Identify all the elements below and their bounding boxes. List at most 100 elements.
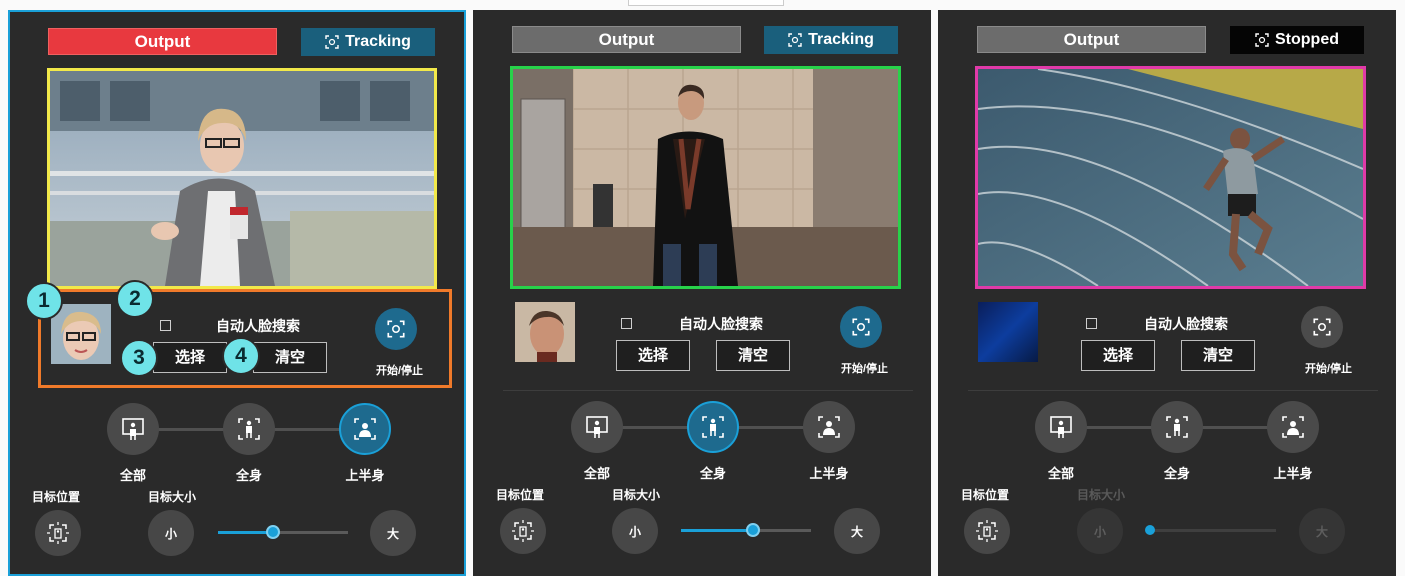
- size-small-button[interactable]: 小: [1077, 508, 1123, 554]
- mode-full-body-button[interactable]: [223, 403, 275, 455]
- target-size-label: 目标大小: [612, 488, 661, 502]
- face-thumbnail-image: [51, 304, 111, 364]
- size-slider-knob[interactable]: [265, 525, 280, 539]
- annotation-badge-3: 3: [120, 339, 158, 377]
- crosshair-frame-icon: [387, 320, 405, 338]
- target-position-button[interactable]: [500, 508, 546, 554]
- video-preview[interactable]: [975, 66, 1366, 289]
- mode-all-label: 全部: [119, 468, 146, 483]
- mode-upper-body-button[interactable]: [803, 401, 855, 453]
- size-slider-fill: [681, 529, 753, 532]
- size-slider-knob[interactable]: [1145, 525, 1155, 535]
- mode-all-label: 全部: [1047, 466, 1074, 481]
- target-position-icon: [47, 522, 69, 544]
- tracking-status-button[interactable]: Tracking: [301, 28, 435, 56]
- auto-face-search-label: 自动人脸搜索: [216, 318, 300, 334]
- annotation-badge-2: 2: [116, 280, 154, 318]
- output-button[interactable]: Output: [48, 28, 277, 55]
- size-small-button[interactable]: 小: [612, 508, 658, 554]
- crosshair-frame-icon: [325, 35, 339, 49]
- video-frame-image: [978, 69, 1363, 286]
- auto-face-search-checkbox[interactable]: [160, 320, 171, 331]
- camera-panel-2: Output Tracking 自动人脸搜索 选择 清空 开始/停止 全部 全身…: [473, 10, 931, 576]
- tracking-status-button[interactable]: Tracking: [764, 26, 898, 54]
- mode-all-label: 全部: [583, 466, 610, 481]
- size-slider-track[interactable]: [1150, 529, 1276, 532]
- mode-full-body-button[interactable]: [1151, 401, 1203, 453]
- target-size-label: 目标大小: [148, 490, 197, 504]
- start-stop-button[interactable]: [375, 308, 417, 350]
- mode-full-body-label: 全身: [1163, 466, 1190, 481]
- mode-upper-body-button[interactable]: [1267, 401, 1319, 453]
- camera-panel-1: Output Tracking 自动人脸搜索 选择 清空 开始/停止 1 2 3…: [8, 10, 466, 576]
- output-button[interactable]: Output: [977, 26, 1206, 53]
- crosshair-frame-icon: [1313, 318, 1331, 336]
- start-stop-button[interactable]: [1301, 306, 1343, 348]
- tracking-status-label: Stopped: [1275, 31, 1339, 48]
- video-frame-image: [513, 69, 898, 286]
- person-in-frame-icon: [122, 418, 144, 440]
- target-position-button[interactable]: [964, 508, 1010, 554]
- face-thumbnail: [51, 304, 111, 364]
- crosshair-frame-icon: [1255, 33, 1269, 47]
- annotation-badge-4: 4: [222, 337, 260, 375]
- select-button[interactable]: 选择: [616, 340, 690, 371]
- face-thumbnail-image: [978, 302, 1038, 362]
- mode-full-body-button[interactable]: [687, 401, 739, 453]
- person-in-frame-icon: [1050, 416, 1072, 438]
- target-position-button[interactable]: [35, 510, 81, 556]
- target-position-label: 目标位置: [32, 490, 81, 504]
- video-preview[interactable]: [47, 68, 437, 289]
- mode-upper-body-button[interactable]: [339, 403, 391, 455]
- divider: [968, 390, 1378, 391]
- tracking-status-label: Tracking: [345, 33, 411, 50]
- start-stop-label: 开始/停止: [376, 365, 424, 377]
- select-button[interactable]: 选择: [1081, 340, 1155, 371]
- person-in-frame-icon: [586, 416, 608, 438]
- output-button[interactable]: Output: [512, 26, 741, 53]
- upper-body-icon: [1282, 416, 1304, 438]
- camera-panel-3: Output Stopped 自动人脸搜索 选择 清空 开始/停止 全部 全身 …: [938, 10, 1396, 576]
- auto-face-search-checkbox[interactable]: [1086, 318, 1097, 329]
- target-position-label: 目标位置: [496, 488, 545, 502]
- mode-full-body-label: 全身: [699, 466, 726, 481]
- select-button[interactable]: 选择: [153, 342, 227, 373]
- annotation-badge-1: 1: [25, 282, 63, 320]
- video-frame-image: [50, 71, 434, 286]
- divider: [503, 390, 913, 391]
- top-notch: [628, 0, 784, 6]
- mode-upper-body-label: 上半身: [1273, 466, 1313, 481]
- target-size-label: 目标大小: [1077, 488, 1126, 502]
- mode-upper-body-label: 上半身: [345, 468, 385, 483]
- size-slider-fill: [218, 531, 273, 534]
- mode-all-button[interactable]: [1035, 401, 1087, 453]
- mode-full-body-label: 全身: [235, 468, 262, 483]
- clear-button[interactable]: 清空: [1181, 340, 1255, 371]
- clear-button[interactable]: 清空: [716, 340, 790, 371]
- start-stop-label: 开始/停止: [1305, 363, 1353, 375]
- size-large-button[interactable]: 大: [834, 508, 880, 554]
- clear-button[interactable]: 清空: [253, 342, 327, 373]
- size-small-button[interactable]: 小: [148, 510, 194, 556]
- full-body-icon: [1166, 416, 1188, 438]
- target-position-icon: [512, 520, 534, 542]
- size-large-button[interactable]: 大: [1299, 508, 1345, 554]
- size-large-button[interactable]: 大: [370, 510, 416, 556]
- crosshair-frame-icon: [788, 33, 802, 47]
- mode-all-button[interactable]: [107, 403, 159, 455]
- target-position-icon: [976, 520, 998, 542]
- auto-face-search-checkbox[interactable]: [621, 318, 632, 329]
- tracking-status-button[interactable]: Stopped: [1230, 26, 1364, 54]
- start-stop-button[interactable]: [840, 306, 882, 348]
- size-slider-knob[interactable]: [745, 523, 760, 537]
- video-preview[interactable]: [510, 66, 901, 289]
- full-body-icon: [238, 418, 260, 440]
- upper-body-icon: [818, 416, 840, 438]
- auto-face-search-label: 自动人脸搜索: [679, 316, 763, 332]
- mode-all-button[interactable]: [571, 401, 623, 453]
- face-thumbnail: [978, 302, 1038, 362]
- upper-body-icon: [354, 418, 376, 440]
- start-stop-label: 开始/停止: [841, 363, 889, 375]
- tracking-status-label: Tracking: [808, 31, 874, 48]
- target-position-label: 目标位置: [961, 488, 1010, 502]
